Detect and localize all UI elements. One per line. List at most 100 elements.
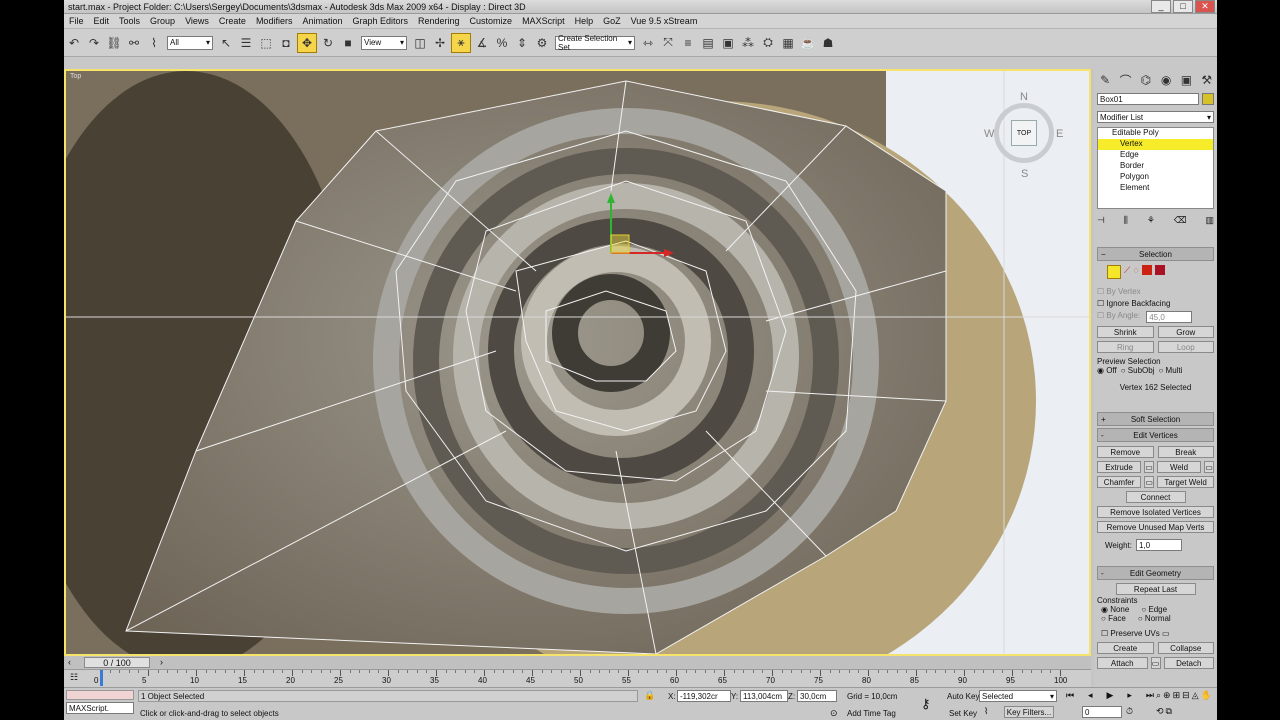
play-icon[interactable]: ▶ bbox=[1107, 690, 1114, 702]
border-level-icon[interactable]: ◌ bbox=[1133, 265, 1138, 279]
goto-start-icon[interactable]: ⏮ bbox=[1066, 690, 1074, 702]
stack-item[interactable]: Polygon bbox=[1098, 172, 1213, 183]
remove-unused-map-verts-button[interactable]: Remove Unused Map Verts bbox=[1097, 521, 1214, 533]
time-slider[interactable]: ‹ 0 / 100 › bbox=[64, 656, 1091, 669]
prev-frame-icon[interactable]: ◂ bbox=[1088, 690, 1093, 702]
key-mode-dropdown[interactable]: Selected ▾ bbox=[979, 690, 1057, 702]
zoom-extents-icon[interactable]: ⊞ bbox=[1173, 690, 1181, 704]
redo-icon[interactable]: ↷ bbox=[85, 34, 103, 52]
edit-vertices-header[interactable]: - Edit Vertices bbox=[1097, 428, 1214, 442]
menu-group[interactable]: Group bbox=[145, 16, 180, 26]
pivot-icon[interactable]: ◫ bbox=[411, 34, 429, 52]
curve-editor-icon[interactable]: ▤ bbox=[699, 34, 717, 52]
constraint-face-radio[interactable]: ○ Face bbox=[1101, 614, 1126, 623]
motion-tab-icon[interactable]: ◉ bbox=[1158, 71, 1174, 89]
mirror-icon[interactable]: ⇿ bbox=[639, 34, 657, 52]
maximize-button[interactable]: □ bbox=[1173, 0, 1193, 13]
rect-select-icon[interactable]: ⬚ bbox=[257, 34, 275, 52]
stack-item[interactable]: Editable Poly bbox=[1098, 128, 1213, 139]
shrink-button[interactable]: Shrink bbox=[1097, 326, 1154, 338]
time-slider-prev-icon[interactable]: ‹ bbox=[68, 657, 71, 667]
material-editor-icon[interactable]: ⁂ bbox=[739, 34, 757, 52]
pin-stack-icon[interactable]: ⊣ bbox=[1097, 215, 1105, 229]
menu-graph-editors[interactable]: Graph Editors bbox=[347, 16, 413, 26]
menu-edit[interactable]: Edit bbox=[89, 16, 115, 26]
menu-create[interactable]: Create bbox=[214, 16, 251, 26]
ignore-backfacing-option[interactable]: ☐ Ignore Backfacing bbox=[1097, 299, 1214, 308]
align-icon[interactable]: ⤧ bbox=[659, 34, 677, 52]
collapse-button[interactable]: Collapse bbox=[1157, 642, 1214, 654]
menu-vue[interactable]: Vue 9.5 xStream bbox=[626, 16, 703, 26]
weld-button[interactable]: Weld bbox=[1157, 461, 1201, 473]
object-name-field[interactable]: Box01 bbox=[1097, 93, 1199, 105]
remove-button[interactable]: Remove bbox=[1097, 446, 1154, 458]
attach-list-icon[interactable]: ▭ bbox=[1150, 657, 1161, 669]
hierarchy-tab-icon[interactable]: ⌬ bbox=[1138, 71, 1154, 89]
ring-button[interactable]: Ring bbox=[1097, 341, 1154, 353]
preview-off-radio[interactable]: ◉ Off bbox=[1097, 366, 1117, 375]
make-unique-icon[interactable]: ⚘ bbox=[1147, 215, 1155, 229]
maxscript-listener[interactable]: MAXScript. bbox=[66, 702, 134, 714]
selection-filter-dropdown[interactable]: All ▾ bbox=[167, 35, 213, 50]
select-object-icon[interactable]: ↖ bbox=[217, 34, 235, 52]
polygon-level-icon[interactable] bbox=[1141, 265, 1152, 275]
remove-modifier-icon[interactable]: ⌫ bbox=[1174, 215, 1187, 229]
by-vertex-option[interactable]: ☐ By Vertex bbox=[1097, 287, 1214, 296]
teapot-icon[interactable]: ☗ bbox=[819, 34, 837, 52]
selection-rollout-header[interactable]: − Selection bbox=[1097, 247, 1214, 261]
pan-icon[interactable]: ✋ bbox=[1201, 690, 1212, 704]
stack-item[interactable]: Element bbox=[1098, 183, 1213, 194]
unlink-icon[interactable]: ⚯ bbox=[125, 34, 143, 52]
key-icon[interactable]: ⚷ bbox=[921, 696, 931, 712]
loop-button[interactable]: Loop bbox=[1157, 341, 1214, 353]
attach-button[interactable]: Attach bbox=[1097, 657, 1148, 669]
zoom-icon[interactable]: ⌕ bbox=[1156, 690, 1161, 704]
time-config-icon[interactable]: ⏱ bbox=[1126, 706, 1133, 717]
constraint-normal-radio[interactable]: ○ Normal bbox=[1138, 614, 1171, 623]
layer-manager-icon[interactable]: ≡ bbox=[679, 34, 697, 52]
select-by-name-icon[interactable]: ☰ bbox=[237, 34, 255, 52]
link-icon[interactable]: ⛓ bbox=[105, 34, 123, 52]
viewcube[interactable]: TOP N S W E bbox=[984, 91, 1064, 181]
display-tab-icon[interactable]: ▣ bbox=[1178, 71, 1194, 89]
key-filters-button[interactable]: Key Filters... bbox=[1004, 706, 1054, 718]
time-slider-thumb[interactable]: 0 / 100 bbox=[84, 657, 150, 668]
zoom-extents-all-icon[interactable]: ⊟ bbox=[1182, 690, 1190, 704]
reference-coordinate-dropdown[interactable]: View ▾ bbox=[361, 35, 407, 50]
menu-goz[interactable]: GoZ bbox=[598, 16, 626, 26]
auto-key-button[interactable]: Auto Key bbox=[947, 692, 979, 701]
edit-named-selections-icon[interactable]: ⚙ bbox=[533, 34, 551, 52]
time-slider-next-icon[interactable]: › bbox=[160, 657, 163, 667]
by-angle-checkbox[interactable]: ☐ By Angle: bbox=[1097, 311, 1140, 323]
menu-tools[interactable]: Tools bbox=[114, 16, 145, 26]
menu-modifiers[interactable]: Modifiers bbox=[251, 16, 298, 26]
render-setup-icon[interactable]: ⛭ bbox=[759, 34, 777, 52]
minimize-button[interactable]: _ bbox=[1151, 0, 1171, 13]
by-angle-spinner[interactable]: 45,0 bbox=[1146, 311, 1193, 323]
move-icon[interactable]: ✥ bbox=[297, 32, 317, 53]
percent-snap-icon[interactable]: % bbox=[493, 34, 511, 52]
preview-multi-radio[interactable]: ○ Multi bbox=[1158, 366, 1182, 375]
soft-selection-header[interactable]: + Soft Selection bbox=[1097, 412, 1214, 426]
preserve-uvs-option[interactable]: ☐ Preserve UVs ▭ bbox=[1097, 629, 1214, 638]
object-color-swatch[interactable] bbox=[1202, 93, 1214, 105]
connect-button[interactable]: Connect bbox=[1125, 491, 1186, 503]
angle-snap-icon[interactable]: ∡ bbox=[473, 34, 491, 52]
z-coord-field[interactable]: 30,0cm bbox=[797, 690, 837, 702]
break-button[interactable]: Break bbox=[1157, 446, 1214, 458]
schematic-view-icon[interactable]: ▣ bbox=[719, 34, 737, 52]
create-button[interactable]: Create bbox=[1097, 642, 1154, 654]
stack-item[interactable]: Edge bbox=[1098, 150, 1213, 161]
field-of-view-icon[interactable]: ◬ bbox=[1192, 690, 1199, 704]
y-coord-field[interactable]: 113,004cm bbox=[740, 690, 788, 702]
utilities-tab-icon[interactable]: ⚒ bbox=[1199, 71, 1215, 89]
chamfer-button[interactable]: Chamfer bbox=[1097, 476, 1142, 488]
chamfer-settings-icon[interactable]: ▭ bbox=[1144, 476, 1155, 488]
menu-customize[interactable]: Customize bbox=[465, 16, 518, 26]
detach-button[interactable]: Detach bbox=[1163, 657, 1214, 669]
menu-file[interactable]: File bbox=[64, 16, 89, 26]
modifier-list-dropdown[interactable]: Modifier List ▾ bbox=[1097, 111, 1214, 123]
spinner-snap-icon[interactable]: ⇕ bbox=[513, 34, 531, 52]
named-selection-set-input[interactable]: Create Selection Set ▾ bbox=[555, 34, 635, 52]
viewport-top[interactable]: Top TOP N S W E bbox=[64, 69, 1091, 656]
